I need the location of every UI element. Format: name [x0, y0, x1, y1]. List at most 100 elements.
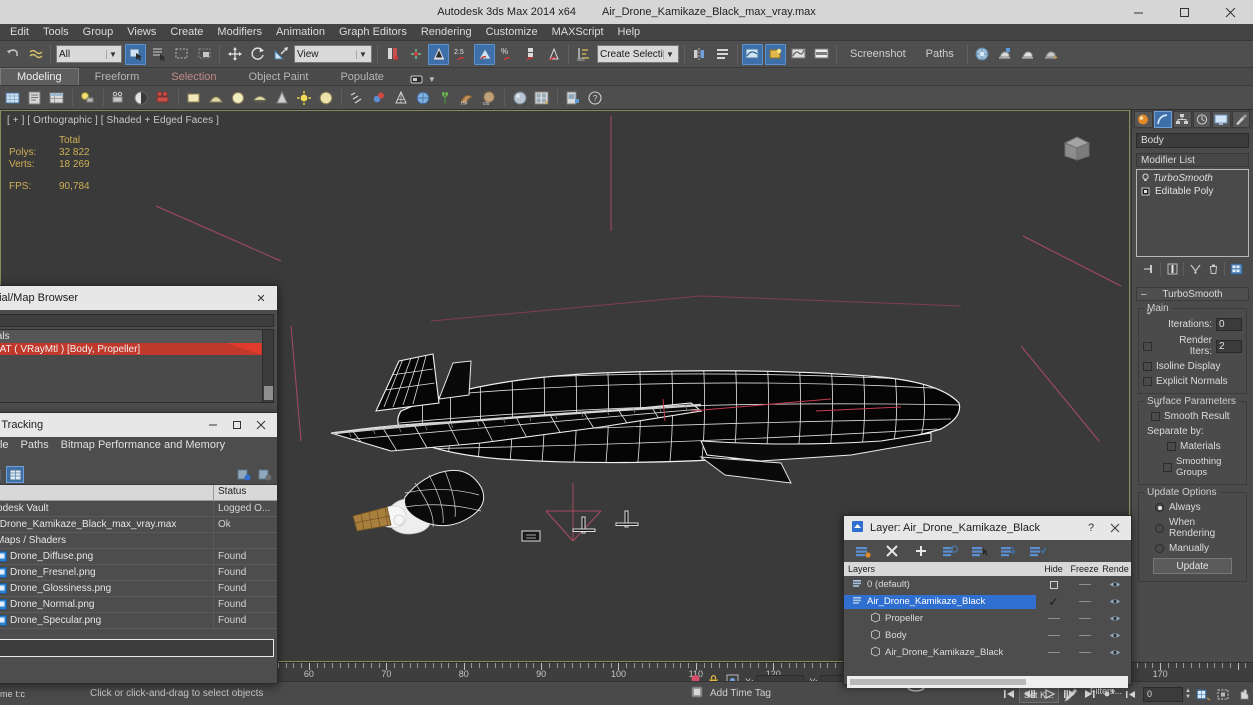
make-unique-icon[interactable]	[1187, 261, 1203, 277]
freeze-toggle[interactable]	[1069, 584, 1100, 585]
material-browser-list[interactable]: Materials one_MAT ( VRayMtl ) [Body, Pro…	[0, 329, 274, 403]
menu-group[interactable]: Group	[76, 24, 121, 40]
highlight-selected-objects-icon[interactable]	[968, 542, 990, 560]
manually-radio[interactable]	[1155, 544, 1164, 553]
select-link-icon[interactable]	[25, 44, 46, 65]
add-time-tag-label[interactable]: Add Time Tag	[710, 688, 771, 699]
tab-hierarchy[interactable]	[1173, 111, 1192, 128]
asset-table-row[interactable]: Drone_Normal.png Found	[0, 597, 277, 613]
stack-item-turbosmooth[interactable]: TurboSmooth	[1139, 172, 1246, 185]
menu-graph-editors[interactable]: Graph Editors	[332, 24, 414, 40]
geosphere-primitive-icon[interactable]	[316, 88, 336, 108]
asset-table-row[interactable]: Drone_Fresnel.png Found	[0, 565, 277, 581]
selection-filter-combo[interactable]: All ▼	[56, 45, 122, 63]
space-warp-icon[interactable]	[391, 88, 411, 108]
material-browser-search-row[interactable]	[0, 314, 274, 327]
always-radio[interactable]	[1155, 503, 1164, 512]
asset-tracking-minimize-button[interactable]	[201, 414, 225, 436]
box-primitive-icon[interactable]	[184, 88, 204, 108]
named-selection-sets-combo[interactable]: Create Selection S ▼	[597, 45, 679, 63]
render-iters-checkbox[interactable]: ✓	[1143, 309, 1154, 351]
material-map-browser-dialog[interactable]: Material/Map Browser ✕ Materials one_MAT…	[0, 285, 278, 413]
layer-table-body[interactable]: 0 (default) Air_Drone_Kamikaze_Black ✓ Prop…	[844, 576, 1131, 674]
ribbon-tab-modeling[interactable]: Modeling	[0, 68, 79, 85]
render-toggle[interactable]	[1100, 614, 1131, 623]
layer-table-row[interactable]: Propeller	[844, 610, 1131, 627]
lighting-icon[interactable]	[78, 88, 98, 108]
asset-table-row[interactable]: Drone_Diffuse.png Found	[0, 549, 277, 565]
asset-table-row[interactable]: Autodesk Vault Logged O...	[0, 501, 277, 517]
asset-table-row[interactable]: 3Air_Drone_Kamikaze_Black_max_vray.maxOk	[0, 517, 277, 533]
select-layer-objects-icon[interactable]	[939, 542, 961, 560]
asset-tracking-maximize-button[interactable]	[225, 414, 249, 436]
menu-tools[interactable]: Tools	[36, 24, 76, 40]
freeze-toggle[interactable]	[1069, 618, 1100, 619]
menu-animation[interactable]: Animation	[269, 24, 332, 40]
tab-create[interactable]	[1134, 111, 1153, 128]
material-sphere-icon[interactable]	[510, 88, 530, 108]
menu-edit[interactable]: Edit	[3, 24, 36, 40]
ribbon-display-options[interactable]: ▼	[410, 74, 436, 85]
materials-checkbox[interactable]	[1167, 442, 1176, 451]
show-end-result-icon[interactable]	[1164, 261, 1180, 277]
hide-toggle[interactable]	[1038, 652, 1069, 653]
snaps-toggle-icon[interactable]	[428, 43, 449, 65]
mirror-icon[interactable]	[543, 44, 564, 65]
ribbon-tab-freeform[interactable]: Freeform	[79, 68, 156, 85]
close-button[interactable]	[1207, 0, 1253, 24]
hide-toggle[interactable]	[1038, 635, 1069, 636]
previous-frame-icon[interactable]	[1020, 686, 1038, 703]
use-pivot-point-center-icon[interactable]	[382, 44, 403, 65]
compound-object-icon[interactable]	[369, 88, 389, 108]
asset-menu-file[interactable]: File	[0, 438, 15, 452]
menu-maxscript[interactable]: MAXScript	[545, 24, 611, 40]
layer-manager-icon[interactable]	[712, 44, 733, 65]
configure-modifier-sets-icon[interactable]	[1228, 261, 1244, 277]
cloth-icon[interactable]: clo	[479, 88, 499, 108]
particle-system-icon[interactable]	[347, 88, 367, 108]
tab-display[interactable]	[1212, 111, 1231, 128]
freeze-toggle[interactable]	[1069, 635, 1100, 636]
menu-create[interactable]: Create	[163, 24, 210, 40]
percent-snap-toggle-icon[interactable]	[474, 43, 495, 65]
sphere-primitive-icon[interactable]	[206, 88, 226, 108]
remove-modifier-icon[interactable]	[1205, 261, 1221, 277]
freeze-toggle[interactable]	[1069, 652, 1100, 653]
screenshot-button[interactable]: Screenshot	[840, 48, 916, 60]
layer-table-row[interactable]: Air_Drone_Kamikaze_Black ✓	[844, 593, 1131, 610]
menu-customize[interactable]: Customize	[479, 24, 545, 40]
asset-table-row[interactable]: Maps / Shaders	[0, 533, 277, 549]
current-frame-prev-icon[interactable]	[1122, 686, 1140, 703]
freeze-toggle[interactable]	[1069, 601, 1100, 602]
viewport-label[interactable]: [ + ] [ Orthographic ] [ Shaded + Edged …	[7, 115, 219, 126]
schematic-view-icon[interactable]	[765, 43, 786, 65]
tab-utilities[interactable]	[1231, 111, 1250, 128]
minimize-button[interactable]	[1115, 0, 1161, 24]
create-new-layer-icon[interactable]	[852, 542, 874, 560]
check-in-icon[interactable]	[256, 466, 274, 483]
hide-toggle[interactable]: ✓	[1038, 595, 1069, 609]
render-toggle[interactable]	[1100, 631, 1131, 640]
go-to-end-icon[interactable]	[1080, 686, 1098, 703]
object-properties-icon[interactable]	[25, 88, 45, 108]
layer-manager-dialog[interactable]: Layer: Air_Drone_Kamikaze_Black ? Layers…	[843, 515, 1132, 688]
curve-editor-icon[interactable]	[742, 43, 763, 65]
rectangular-selection-region-icon[interactable]	[171, 44, 192, 65]
ribbon-tab-object-paint[interactable]: Object Paint	[233, 68, 325, 85]
render-setup-icon[interactable]	[972, 44, 993, 65]
nurbs-icon[interactable]	[413, 88, 433, 108]
cylinder-primitive-icon[interactable]	[228, 88, 248, 108]
select-and-rotate-icon[interactable]	[247, 44, 268, 65]
mini-listener[interactable]: me t:c	[0, 689, 80, 699]
pan-view-icon[interactable]	[1234, 686, 1252, 703]
poly-modeling-icon[interactable]	[3, 88, 23, 108]
rollout-header-turbosmooth[interactable]: – TurboSmooth	[1136, 287, 1249, 301]
hair-fur-icon[interactable]: HF	[457, 88, 477, 108]
view-cube[interactable]	[1059, 133, 1095, 163]
object-name-field[interactable]: Body	[1136, 133, 1249, 148]
ribbon-tab-selection[interactable]: Selection	[155, 68, 232, 85]
omni-light-icon[interactable]	[294, 88, 314, 108]
explicit-normals-checkbox[interactable]	[1143, 377, 1152, 386]
hide-toggle[interactable]	[1038, 618, 1069, 619]
zoom-extents-all-icon[interactable]	[1214, 686, 1232, 703]
